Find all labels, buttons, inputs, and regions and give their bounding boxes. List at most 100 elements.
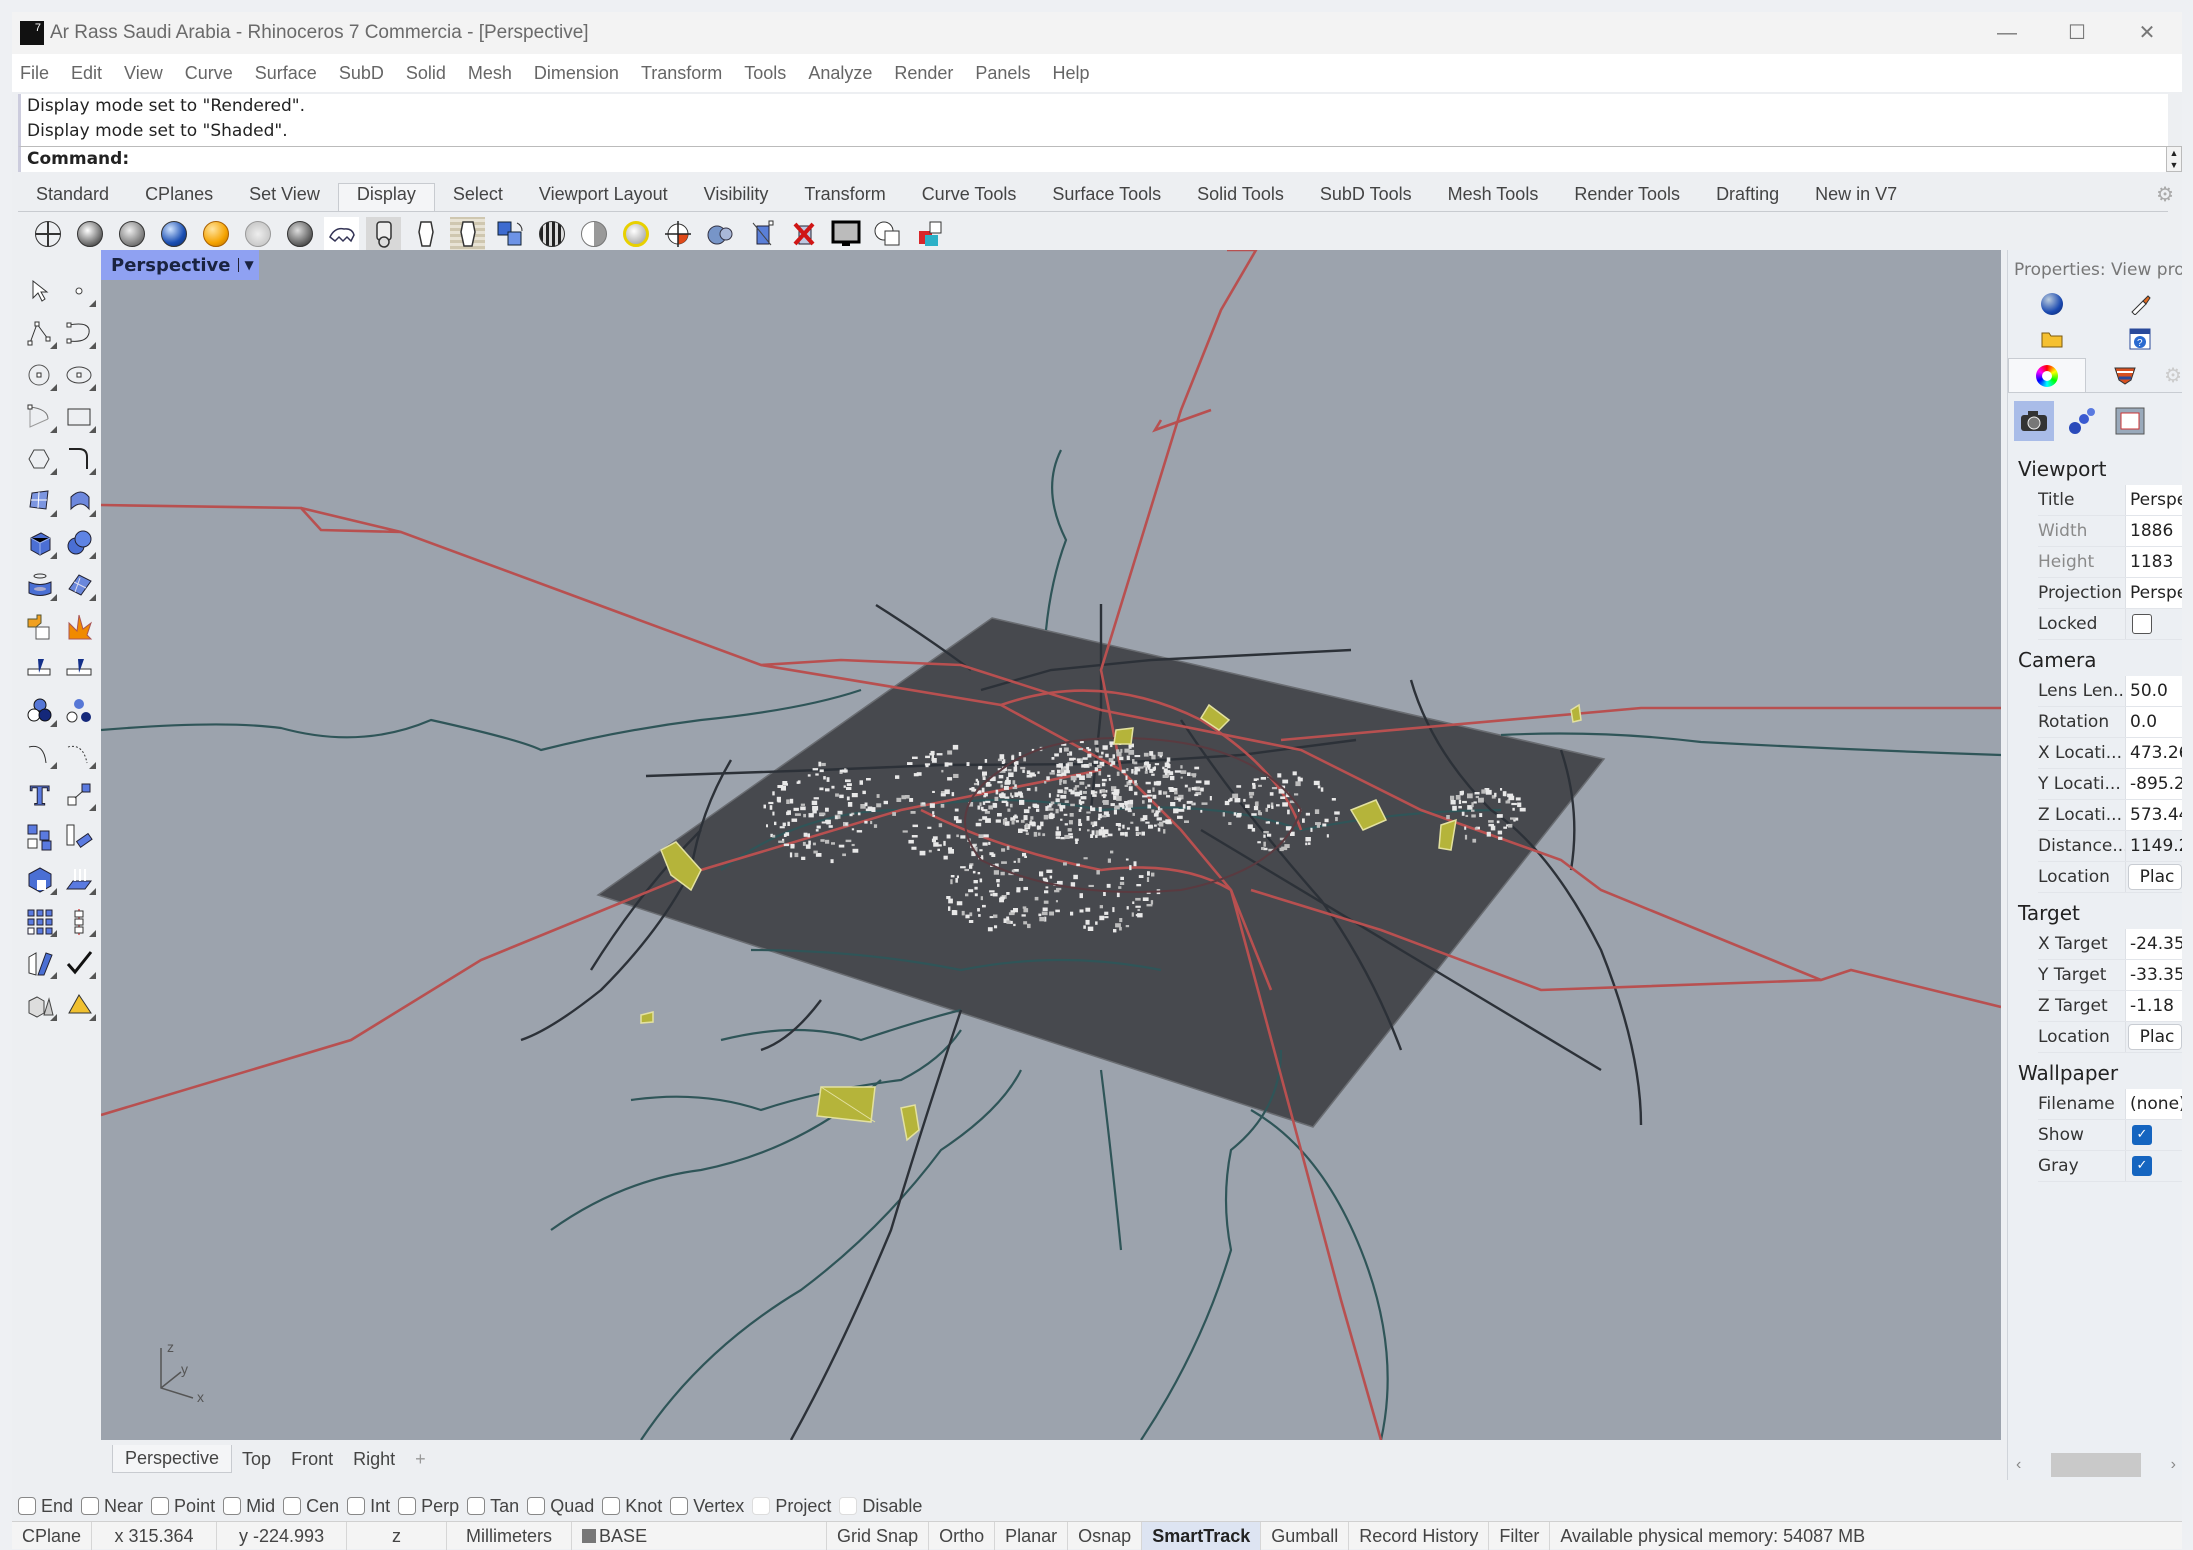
artistic-mode-icon[interactable] bbox=[450, 216, 485, 252]
target-y-field[interactable]: -33.35 bbox=[2126, 960, 2182, 990]
ungroup-icon[interactable] bbox=[61, 694, 97, 728]
menu-transform[interactable]: Transform bbox=[641, 63, 722, 84]
check-icon[interactable] bbox=[61, 946, 97, 980]
clipping-plane-icon[interactable] bbox=[744, 217, 779, 252]
viewport-title-field[interactable]: Perspec bbox=[2126, 485, 2182, 515]
shaded-mode-icon[interactable] bbox=[72, 217, 107, 252]
toggle-record-history[interactable]: Record History bbox=[1349, 1521, 1490, 1550]
polygon-icon[interactable] bbox=[22, 442, 58, 476]
pen-mode-icon[interactable] bbox=[366, 216, 401, 252]
osnap-checkbox[interactable] bbox=[839, 1497, 858, 1515]
osnap-checkbox[interactable] bbox=[223, 1497, 242, 1515]
menu-view[interactable]: View bbox=[124, 63, 163, 84]
tab-new-in-v7[interactable]: New in V7 bbox=[1797, 184, 1915, 211]
osnap-checkbox[interactable] bbox=[602, 1497, 621, 1515]
box-icon[interactable] bbox=[22, 526, 58, 560]
layers-folder-icon[interactable] bbox=[2008, 321, 2096, 356]
arctic-mode-icon[interactable] bbox=[324, 216, 359, 252]
cplane-target-icon[interactable] bbox=[660, 217, 695, 252]
menu-render[interactable]: Render bbox=[894, 63, 953, 84]
panel-settings-gear-icon[interactable]: ⚙ bbox=[2164, 358, 2182, 392]
viewport-title-tab[interactable]: Perspective ▼ bbox=[101, 250, 259, 280]
camera-place-button[interactable]: Plac bbox=[2128, 864, 2182, 890]
zebra-icon[interactable] bbox=[534, 217, 569, 252]
cplane-label[interactable]: CPlane bbox=[12, 1521, 93, 1550]
menu-help[interactable]: Help bbox=[1052, 63, 1089, 84]
polyline-icon[interactable] bbox=[22, 316, 58, 350]
camera-properties-icon[interactable] bbox=[2014, 401, 2054, 441]
cylinder-icon[interactable] bbox=[22, 568, 58, 602]
osnap-checkbox[interactable] bbox=[467, 1497, 486, 1515]
locked-checkbox[interactable] bbox=[2132, 614, 2152, 634]
menu-surface[interactable]: Surface bbox=[255, 63, 317, 84]
view-tab-top[interactable]: Top bbox=[232, 1449, 281, 1470]
toolbar-settings-gear-icon[interactable]: ⚙ bbox=[2156, 182, 2174, 207]
osnap-tan[interactable]: Tan bbox=[467, 1496, 519, 1517]
osnap-end[interactable]: End bbox=[18, 1496, 73, 1517]
menu-analyze[interactable]: Analyze bbox=[808, 63, 872, 84]
help-panel-icon[interactable]: ? bbox=[2096, 321, 2182, 356]
osnap-knot[interactable]: Knot bbox=[602, 1496, 662, 1517]
osnap-checkbox[interactable] bbox=[527, 1497, 546, 1515]
view-tab-perspective[interactable]: Perspective bbox=[112, 1445, 233, 1473]
tab-transform[interactable]: Transform bbox=[786, 184, 903, 211]
sphere-icon[interactable] bbox=[61, 526, 97, 560]
osnap-checkbox[interactable] bbox=[18, 1497, 36, 1515]
units-label[interactable]: Millimeters bbox=[447, 1521, 573, 1550]
osnap-cen[interactable]: Cen bbox=[283, 1496, 339, 1517]
tab-cplanes[interactable]: CPlanes bbox=[127, 184, 231, 211]
toggle-smarttrack[interactable]: SmartTrack bbox=[1142, 1521, 1262, 1550]
split-shading-icon[interactable] bbox=[576, 217, 611, 252]
osnap-checkbox[interactable] bbox=[151, 1497, 170, 1515]
xray-mode-icon[interactable] bbox=[240, 217, 275, 252]
projection-dropdown[interactable]: Perspec bbox=[2126, 578, 2182, 608]
tab-curve-tools[interactable]: Curve Tools bbox=[904, 184, 1035, 211]
toggle-osnap[interactable]: Osnap bbox=[1068, 1521, 1143, 1550]
toggle-ortho[interactable]: Ortho bbox=[929, 1521, 996, 1550]
arc-icon[interactable] bbox=[22, 400, 58, 434]
perspective-viewport[interactable]: Perspective ▼ z y x bbox=[101, 250, 2001, 1440]
surface-from-points-icon[interactable] bbox=[22, 484, 58, 518]
technical-mode-icon[interactable] bbox=[282, 217, 317, 252]
fillet-curve-icon[interactable] bbox=[61, 442, 97, 476]
properties-horizontal-scrollbar[interactable]: ‹ › bbox=[2010, 1452, 2182, 1478]
array-copy-icon[interactable] bbox=[22, 820, 58, 854]
osnap-project[interactable]: Project bbox=[752, 1496, 831, 1517]
analyze-icon[interactable] bbox=[22, 946, 58, 980]
menu-tools[interactable]: Tools bbox=[744, 63, 786, 84]
osnap-perp[interactable]: Perp bbox=[398, 1496, 459, 1517]
distance-field[interactable]: 1149.23 bbox=[2126, 831, 2182, 861]
tab-mesh-tools[interactable]: Mesh Tools bbox=[1430, 184, 1557, 211]
text-icon[interactable]: T bbox=[22, 778, 58, 812]
scroll-left-icon[interactable]: ‹ bbox=[2016, 1456, 2021, 1474]
monitor-icon[interactable] bbox=[828, 217, 863, 252]
rectangle-icon[interactable] bbox=[61, 400, 97, 434]
toggle-grid-snap[interactable]: Grid Snap bbox=[827, 1521, 930, 1550]
tab-select[interactable]: Select bbox=[435, 184, 521, 211]
menu-solid[interactable]: Solid bbox=[406, 63, 446, 84]
ghosted-mode-icon[interactable] bbox=[198, 217, 233, 252]
close-button[interactable]: ✕ bbox=[2112, 12, 2182, 54]
tab-drafting[interactable]: Drafting bbox=[1698, 184, 1797, 211]
display-properties-icon[interactable] bbox=[492, 217, 527, 252]
group-icon[interactable] bbox=[22, 694, 58, 728]
wallpaper-show-checkbox[interactable]: ✓ bbox=[2132, 1125, 2152, 1145]
split-icon[interactable] bbox=[22, 652, 58, 686]
arc-curve-icon[interactable] bbox=[22, 736, 58, 770]
osnap-checkbox[interactable] bbox=[347, 1497, 366, 1515]
scrollbar-thumb[interactable] bbox=[2051, 1453, 2141, 1477]
point-icon[interactable] bbox=[61, 274, 97, 308]
menu-mesh[interactable]: Mesh bbox=[468, 63, 512, 84]
target-place-button[interactable]: Plac bbox=[2128, 1024, 2182, 1050]
monochrome-mode-icon[interactable] bbox=[408, 217, 443, 252]
tab-viewport-layout[interactable]: Viewport Layout bbox=[521, 184, 686, 211]
osnap-checkbox[interactable] bbox=[81, 1497, 100, 1515]
osnap-near[interactable]: Near bbox=[81, 1496, 143, 1517]
highlight-icon[interactable] bbox=[618, 217, 653, 252]
viewport-title[interactable]: Perspective bbox=[111, 255, 230, 276]
view-tab-right[interactable]: Right bbox=[343, 1449, 405, 1470]
command-input[interactable]: Command: bbox=[18, 146, 2168, 172]
solid-edit-icon[interactable] bbox=[22, 862, 58, 896]
color-wheel-tab-icon[interactable] bbox=[2008, 358, 2087, 392]
camera-icon[interactable] bbox=[702, 217, 737, 252]
